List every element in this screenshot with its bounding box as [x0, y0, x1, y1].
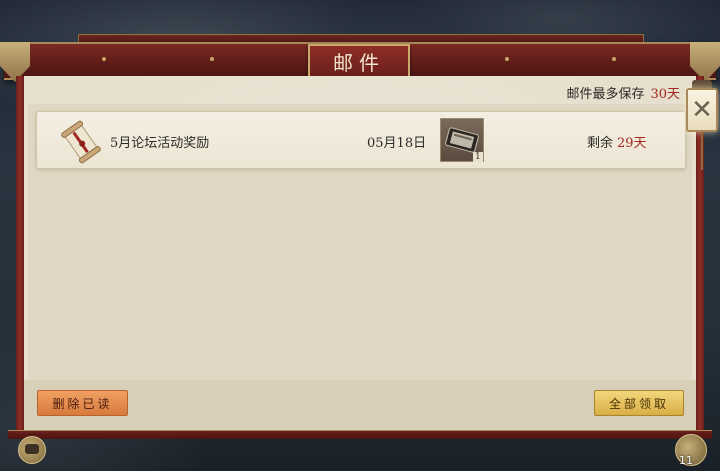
close-button[interactable]: ✕ [686, 88, 718, 132]
left-post [16, 76, 24, 434]
attachment-quantity: 1 [473, 152, 483, 162]
lantern-tassel [701, 132, 703, 170]
retention-notice: 邮件最多保存 30天 [566, 83, 680, 102]
rivet [612, 57, 616, 61]
retention-label: 邮件最多保存 [566, 87, 645, 102]
remaining-days: 29天 [617, 136, 647, 151]
close-icon: ✕ [691, 95, 713, 125]
rivet [210, 57, 214, 61]
remaining-label: 剩余 [587, 136, 614, 151]
mail-remaining: 剩余 29天 [587, 132, 647, 151]
delete-read-button[interactable]: 删除已读 [37, 390, 128, 416]
menu-badge: 11 [679, 454, 693, 467]
scroll-icon [61, 120, 101, 164]
rivet [102, 57, 106, 61]
bottom-beam [8, 430, 712, 439]
chat-icon[interactable] [18, 436, 46, 464]
chat-bubble-icon [25, 444, 39, 454]
rivet [505, 57, 509, 61]
mail-title: 5月论坛活动奖励 [110, 136, 210, 151]
claim-all-button[interactable]: 全部领取 [594, 390, 684, 416]
retention-days: 30天 [650, 87, 680, 102]
mail-list-item[interactable]: 5月论坛活动奖励 05月18日 1 剩余 29天 [36, 111, 686, 169]
window-title: 邮件 [308, 44, 410, 78]
mail-date: 05月18日 [367, 136, 427, 151]
